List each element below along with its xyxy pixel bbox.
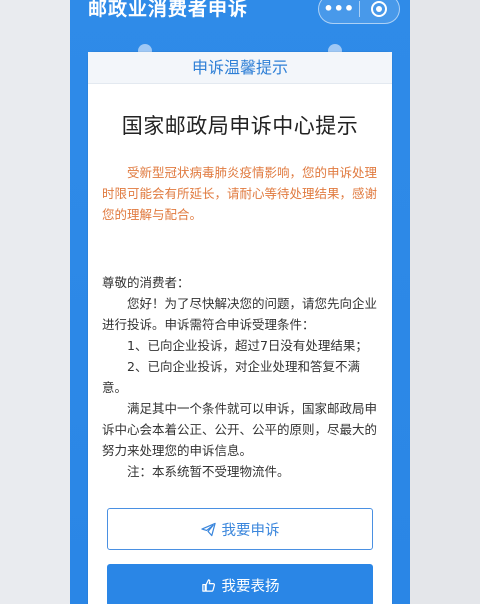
app-title: 邮政业消费者申诉 xyxy=(88,0,249,20)
background-left xyxy=(0,0,70,604)
paper-plane-icon xyxy=(200,522,216,537)
thumbs-up-icon xyxy=(201,578,216,593)
paragraph-intro: 您好！为了尽快解决您的问题，请您先向企业进行投诉。申诉需符合申诉受理条件： xyxy=(102,296,378,332)
background-right xyxy=(410,0,480,604)
target-icon xyxy=(371,1,388,17)
logistics-note: 注：本系统暂不受理物流件。 xyxy=(127,464,290,479)
greeting: 尊敬的消费者： xyxy=(102,275,190,290)
praise-button[interactable]: 我要表扬 xyxy=(107,564,373,604)
card-header: 申诉温馨提示 xyxy=(88,52,392,84)
praise-label: 我要表扬 xyxy=(221,578,280,595)
mini-program-screen: 邮政业消费者申诉 ••• 申诉温馨提示 国家邮政局申诉中心提示 受新型冠状病毒肺… xyxy=(70,0,410,604)
capsule-menu: ••• xyxy=(318,0,400,24)
notice-title: 国家邮政局申诉中心提示 xyxy=(121,114,359,138)
more-menu-button[interactable]: ••• xyxy=(319,0,359,24)
notice-body: 尊敬的消费者： 您好！为了尽快解决您的问题，请您先向企业进行投诉。申诉需符合申诉… xyxy=(102,272,382,482)
paragraph-process: 满足其中一个条件就可以申诉，国家邮政局申诉中心会本着公正、公开、公平的原则，尽最… xyxy=(102,401,378,458)
condition-1: 1、已向企业投诉，超过7日没有处理结果； xyxy=(127,338,368,353)
epidemic-notice: 受新型冠状病毒肺炎疫情影响，您的申诉处理时限可能会有所延长，请耐心等待处理结果，… xyxy=(102,165,378,222)
navigation-bar: 邮政业消费者申诉 ••• xyxy=(70,0,410,28)
close-target-button[interactable] xyxy=(360,0,400,18)
notice-card: 申诉温馨提示 国家邮政局申诉中心提示 受新型冠状病毒肺炎疫情影响，您的申诉处理时… xyxy=(88,52,392,604)
complain-label: 我要申诉 xyxy=(221,522,280,539)
complain-button[interactable]: 我要申诉 xyxy=(107,508,373,550)
condition-2: 2、已向企业投诉，对企业处理和答复不满意。 xyxy=(102,359,360,395)
